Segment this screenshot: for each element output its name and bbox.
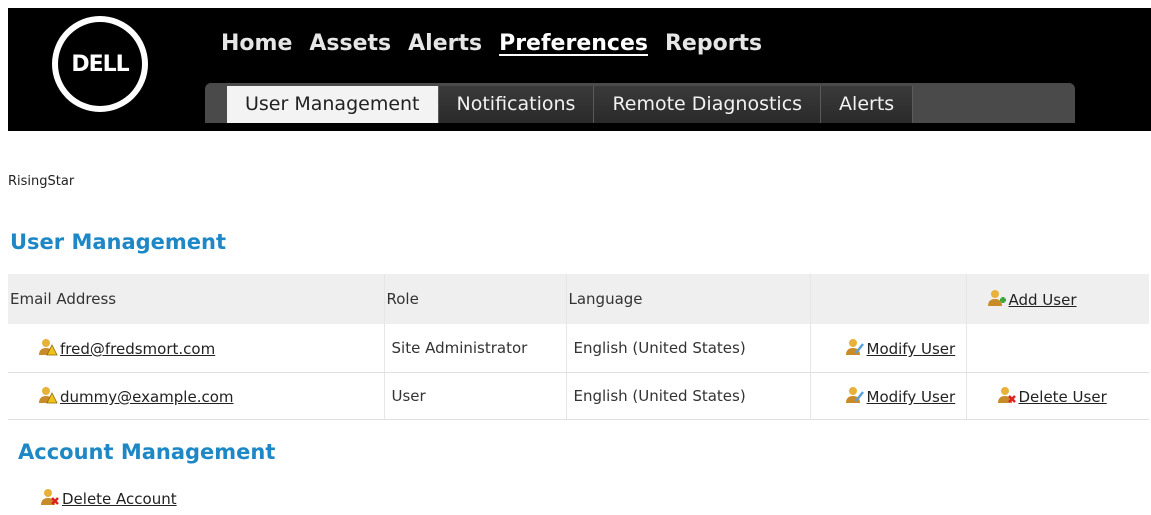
modify-cell: Modify User (809, 324, 966, 373)
nav-assets[interactable]: Assets (309, 30, 391, 58)
language-cell: English (United States) (565, 372, 810, 420)
modify-cell: Modify User (809, 372, 966, 420)
dell-logo[interactable]: DELL (52, 16, 148, 112)
table-header-row: Email Address Role Language Add User (8, 274, 1149, 324)
tab-remote-diagnostics[interactable]: Remote Diagnostics (594, 86, 822, 123)
delete-account: Delete Account (40, 488, 177, 508)
nav-home[interactable]: Home (221, 30, 292, 58)
nav-preferences[interactable]: Preferences (499, 30, 648, 58)
user-icon (38, 386, 58, 404)
user-icon (38, 338, 58, 356)
delete-cell: Delete User (965, 372, 1149, 420)
col-modify (809, 274, 966, 324)
tab-alerts[interactable]: Alerts (821, 86, 914, 123)
table-row: fred@fredsmort.com Site Administrator En… (8, 324, 1149, 373)
user-email-link[interactable]: fred@fredsmort.com (60, 340, 215, 358)
nav-reports[interactable]: Reports (665, 30, 762, 58)
col-email: Email Address (8, 274, 384, 324)
language-cell: English (United States) (565, 324, 810, 373)
delete-user-link[interactable]: Delete User (1019, 388, 1107, 406)
col-role: Role (383, 274, 566, 324)
add-user-icon (987, 289, 1007, 307)
email-cell: fred@fredsmort.com (8, 324, 384, 373)
nav-alerts[interactable]: Alerts (408, 30, 482, 58)
col-language: Language (565, 274, 810, 324)
subnav-tabs: User Management Notifications Remote Dia… (227, 86, 914, 123)
role-cell: User (383, 372, 566, 420)
col-actions: Add User (965, 274, 1149, 324)
add-user-link[interactable]: Add User (1009, 291, 1077, 309)
delete-user-icon (997, 386, 1017, 404)
modify-user-icon (845, 386, 865, 404)
modify-user-icon (845, 338, 865, 356)
top-navigation: Home Assets Alerts Preferences Reports (221, 30, 779, 58)
role-cell: Site Administrator (383, 324, 566, 373)
breadcrumb: RisingStar (8, 174, 75, 189)
modify-user-link[interactable]: Modify User (867, 340, 956, 358)
user-email-link[interactable]: dummy@example.com (60, 388, 234, 406)
delete-account-link[interactable]: Delete Account (62, 490, 177, 508)
delete-account-icon (40, 488, 60, 506)
users-table: Email Address Role Language Add User fre… (8, 274, 1149, 420)
modify-user-link[interactable]: Modify User (867, 388, 956, 406)
tab-user-management[interactable]: User Management (227, 86, 439, 123)
delete-cell (965, 324, 1149, 373)
account-management-title: Account Management (18, 440, 276, 464)
logo-text: DELL (71, 51, 129, 77)
tab-notifications[interactable]: Notifications (438, 86, 595, 123)
page-title: User Management (10, 230, 227, 254)
email-cell: dummy@example.com (8, 372, 384, 420)
table-row: dummy@example.com User English (United S… (8, 372, 1149, 420)
